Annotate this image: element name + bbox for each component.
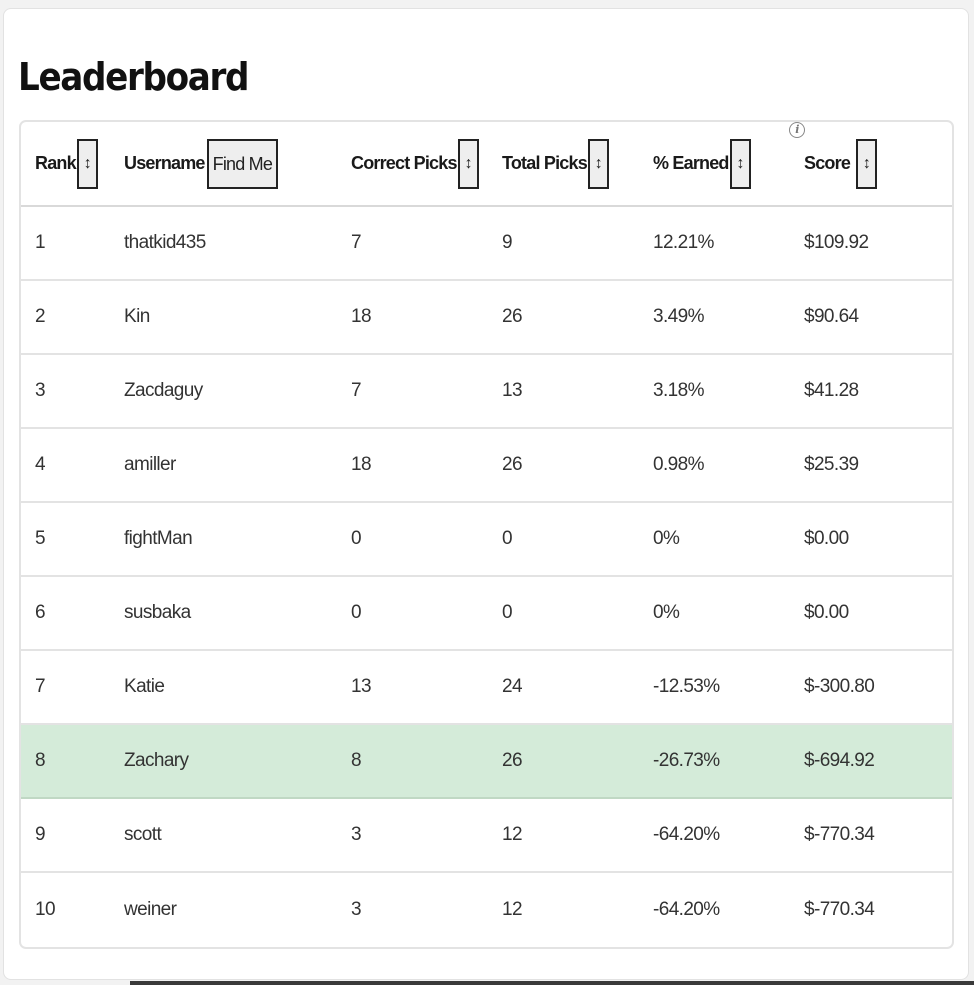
cell-correct-picks: 18 xyxy=(337,428,488,503)
sort-correct-picks-button[interactable]: ↕ xyxy=(457,138,479,189)
cell-earned: -26.73% xyxy=(639,724,790,799)
cell-earned: 0.98% xyxy=(639,428,790,503)
cell-username: amiller xyxy=(110,428,337,503)
header-score: i Score ↕ xyxy=(789,122,952,207)
cell-total-picks: 12 xyxy=(502,898,523,920)
cell-total-picks: 26 xyxy=(488,724,639,799)
cell-score: $-770.34 xyxy=(790,798,952,873)
header-total-picks: Total Picks ↕ xyxy=(488,122,639,207)
cell-rank: 1 xyxy=(21,206,110,281)
cell-correct-picks: 0 xyxy=(337,576,488,651)
header-rank-label: Rank xyxy=(35,153,77,173)
cell-earned: 0% xyxy=(639,502,790,577)
header-total-picks-label: Total Picks xyxy=(502,153,588,173)
cell-username: scott xyxy=(110,798,337,873)
cell-rank: 9 xyxy=(21,798,110,873)
cell-score: $25.39 xyxy=(790,428,952,503)
table-row: 5 fightMan 0 0 0% $0.00 xyxy=(21,502,952,577)
cell-rank: 5 xyxy=(21,502,110,577)
cell-username: Zachary xyxy=(110,724,337,799)
leaderboard-table: Rank ↕ Username Find Me Correct Picks ↕ … xyxy=(21,122,952,946)
cell-total-picks: 9 xyxy=(488,206,639,281)
cell-score: $0.00 xyxy=(790,502,952,577)
cell-correct-picks: 7 xyxy=(337,354,488,429)
cell-total-picks: 13 xyxy=(488,354,639,429)
cell-correct-picks: 3 xyxy=(351,898,362,920)
cell-rank: 2 xyxy=(21,280,110,355)
cell-earned: -64.20% xyxy=(653,898,720,920)
find-me-button[interactable]: Find Me xyxy=(206,138,279,189)
cell-rank: 8 xyxy=(21,724,110,799)
table-row: 3 Zacdaguy 7 13 3.18% $41.28 xyxy=(21,354,952,429)
table-row: 10 weiner 3 12 -64.20% $-770.34 xyxy=(21,872,952,946)
cell-rank: 4 xyxy=(21,428,110,503)
sort-score-button[interactable]: ↕ xyxy=(856,138,878,189)
cell-username: Zacdaguy xyxy=(110,354,337,429)
cell-score: $-300.80 xyxy=(790,650,952,725)
cell-rank: 7 xyxy=(21,650,110,725)
cell-correct-picks: 0 xyxy=(337,502,488,577)
cell-username: weiner xyxy=(124,898,177,920)
cell-total-picks: 0 xyxy=(488,576,639,651)
cell-total-picks: 26 xyxy=(488,280,639,355)
cell-earned: 3.18% xyxy=(639,354,790,429)
table-row: 4 amiller 18 26 0.98% $25.39 xyxy=(21,428,952,503)
cell-username: susbaka xyxy=(110,576,337,651)
header-correct-picks: Correct Picks ↕ xyxy=(337,122,488,207)
cell-total-picks: 0 xyxy=(488,502,639,577)
sort-rank-button[interactable]: ↕ xyxy=(76,138,98,189)
table-row: 6 susbaka 0 0 0% $0.00 xyxy=(21,576,952,651)
info-icon[interactable]: i xyxy=(789,122,805,138)
cell-total-picks: 26 xyxy=(488,428,639,503)
cell-score: $90.64 xyxy=(790,280,952,355)
cell-earned: 3.49% xyxy=(639,280,790,355)
sort-earned-button[interactable]: ↕ xyxy=(729,138,751,189)
cell-correct-picks: 3 xyxy=(337,798,488,873)
cell-rank: 10 xyxy=(35,898,56,920)
cell-username: fightMan xyxy=(110,502,337,577)
cell-score: $-770.34 xyxy=(804,898,875,920)
cell-earned: 0% xyxy=(639,576,790,651)
table-body: 1 thatkid435 7 9 12.21% $109.92 2 Kin 18… xyxy=(21,206,952,946)
cell-earned: -12.53% xyxy=(639,650,790,725)
cell-score: $0.00 xyxy=(790,576,952,651)
page-title: Leaderboard xyxy=(18,55,250,99)
cell-earned: -64.20% xyxy=(639,798,790,873)
cell-username: thatkid435 xyxy=(110,206,337,281)
table-row: 9 scott 3 12 -64.20% $-770.34 xyxy=(21,798,952,873)
cell-rank: 6 xyxy=(21,576,110,651)
cell-username: Katie xyxy=(110,650,337,725)
cell-total-picks: 24 xyxy=(488,650,639,725)
cell-rank: 3 xyxy=(21,354,110,429)
leaderboard-table-container: Rank ↕ Username Find Me Correct Picks ↕ … xyxy=(19,120,954,949)
header-username-label: Username xyxy=(124,153,205,173)
cell-correct-picks: 18 xyxy=(337,280,488,355)
table-row-current-user: 8 Zachary 8 26 -26.73% $-694.92 xyxy=(21,724,952,799)
header-earned: % Earned ↕ xyxy=(639,122,790,207)
cell-username: Kin xyxy=(110,280,337,355)
cell-correct-picks: 13 xyxy=(337,650,488,725)
sort-total-picks-button[interactable]: ↕ xyxy=(587,138,609,189)
table-header: Rank ↕ Username Find Me Correct Picks ↕ … xyxy=(21,122,952,207)
table-row: 2 Kin 18 26 3.49% $90.64 xyxy=(21,280,952,355)
cell-score: $-694.92 xyxy=(790,724,952,799)
bottom-scrollbar[interactable] xyxy=(130,981,974,985)
cell-score: $41.28 xyxy=(790,354,952,429)
table-row: 7 Katie 13 24 -12.53% $-300.80 xyxy=(21,650,952,725)
header-score-label: Score xyxy=(804,153,851,173)
header-username: Username Find Me xyxy=(110,122,337,207)
header-row: Rank ↕ Username Find Me Correct Picks ↕ … xyxy=(21,122,952,207)
header-earned-label: % Earned xyxy=(653,153,729,173)
cell-score: $109.92 xyxy=(790,206,952,281)
cell-correct-picks: 8 xyxy=(337,724,488,799)
header-correct-picks-label: Correct Picks xyxy=(351,153,457,173)
table-row: 1 thatkid435 7 9 12.21% $109.92 xyxy=(21,206,952,281)
cell-total-picks: 12 xyxy=(488,798,639,873)
cell-earned: 12.21% xyxy=(639,206,790,281)
leaderboard-card: Leaderboard Rank ↕ Username Find Me Corr… xyxy=(3,8,969,980)
header-rank: Rank ↕ xyxy=(21,122,110,207)
cell-correct-picks: 7 xyxy=(337,206,488,281)
